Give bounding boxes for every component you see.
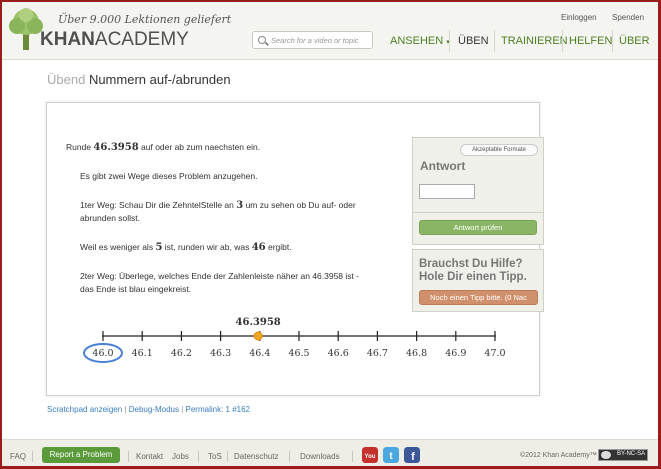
hint-step-4-text-b: das Ende ist blau eingekreist. [80,284,192,294]
page-title-text: Nummern auf-/abrunden [88,72,231,87]
footer-divider [128,451,129,462]
nav-ueber[interactable]: ÜBER [619,35,650,47]
hint-title: Brauchst Du Hilfe? Hole Dir einen Tipp. [419,258,544,284]
nav-divider [494,30,495,52]
nav-helfen[interactable]: HELFEN [569,35,612,47]
acceptable-formats-button[interactable]: Akzeptable Formate [460,144,538,156]
number-line-tick-label: 46.8 [406,348,427,359]
footer-divider [198,451,199,462]
footer: FAQ Report a Problem Kontakt Jobs ToS Da… [2,439,658,466]
number-line-tick-label: 46.9 [445,348,466,359]
number-line-tick-label: 46.2 [171,348,192,359]
nav-divider [562,30,563,52]
footer-divider [227,451,228,462]
scratchpad-link[interactable]: Scratchpad anzeigen [47,405,122,414]
nav-trainieren[interactable]: TRAINIEREN [501,35,568,47]
number-line-tick-label: 47.0 [484,348,505,359]
number-line-tick-label: 46.1 [132,348,153,359]
footer-divider [289,451,290,462]
svg-text:You: You [365,454,376,460]
page-title: Übend Nummern auf-/abrunden [47,72,231,87]
svg-text:f: f [411,451,415,463]
nav-ueben[interactable]: ÜBEN [458,35,489,47]
footer-downloads-link[interactable]: Downloads [300,452,340,461]
hint-step-2-text-c: abrunden sollst. [80,213,141,223]
app-frame: Über 9.000 Lektionen geliefert KHANACADE… [0,0,661,469]
license-label: BY-NC-SA [617,451,646,457]
footer-faq-link[interactable]: FAQ [10,452,26,461]
search-input[interactable]: Search for a video or topic [252,31,373,49]
number-line-point [253,331,263,341]
footer-tos-link[interactable]: ToS [208,452,222,461]
nav-divider [449,30,450,52]
answer-divider [412,212,544,213]
number-line-tick-label: 46.5 [288,348,309,359]
debug-mode-link[interactable]: Debug-Modus [129,405,179,414]
number-line: 46.0 46.1 46.2 46.3 46.4 46.5 46.6 46.7 46.8 46.9… [83,317,506,363]
brand-academy: ACADEMY [94,29,189,50]
nav-divider [612,30,613,52]
next-hint-button[interactable]: Noch einen Tipp bitte. (0 Nac [419,290,538,305]
hint-step-3-text-c: ergibt. [265,242,292,252]
footer-jobs-link[interactable]: Jobs [172,452,189,461]
license-badge[interactable]: BY-NC-SA [598,449,648,461]
header: Über 9.000 Lektionen geliefert KHANACADE… [2,2,658,60]
answer-label: Antwort [420,159,466,173]
number-line-tick-label: 46.7 [367,348,388,359]
nav-ansehen-label: ANSEHEN [390,35,444,47]
number-line-tick-label: 46.4 [249,348,270,359]
problem-question: Runde 46.3958 auf oder ab zum naechsten … [66,141,260,154]
footer-contact-link[interactable]: Kontakt [136,452,163,461]
donate-link[interactable]: Spenden [612,13,644,22]
link-divider: | [181,405,184,414]
brand-logo[interactable]: KHANACADEMY [40,29,189,51]
tagline: Über 9.000 Lektionen geliefert [58,13,232,26]
permalink-link[interactable]: Permalink: 1 #162 [186,405,250,414]
hint-step-1: Es gibt zwei Wege dieses Problem anzugeh… [80,171,258,181]
hint-step-4-text: 2ter Weg: Überlege, welches Ende der Zah… [80,271,360,281]
footer-divider [32,451,33,462]
hint-step-3-text-b: ist, runden wir ab, was [162,242,252,252]
youtube-icon[interactable]: You [362,447,378,463]
brand-khan: KHAN [40,29,95,50]
number-line-tick-label: 46.6 [328,348,349,359]
hint-step-2-text-b: um zu sehen ob Du auf- oder [243,200,356,210]
search-icon [258,36,266,44]
report-problem-button[interactable]: Report a Problem [42,447,120,463]
hint-step-3-number-b: 46 [251,242,266,253]
hint-step-2: 1ter Weg: Schau Dir die ZehntelStelle an… [80,199,356,225]
search-placeholder: Search for a video or topic [271,36,359,45]
footer-privacy-link[interactable]: Datenschutz [234,452,278,461]
copyright: ©2012 Khan Academy™ [520,452,597,459]
number-line-tick-label: 46.3 [210,348,231,359]
question-post: auf oder ab zum naechsten ein. [138,142,261,152]
hint-step-4: 2ter Weg: Überlege, welches Ende der Zah… [80,270,359,296]
answer-input[interactable] [419,184,475,199]
question-pre: Runde [66,142,94,152]
hint-title-line-1: Brauchst Du Hilfe? [419,258,523,270]
number-line-tick-label: 46.0 [92,348,113,359]
hint-title-line-2: Hole Dir einen Tipp. [419,271,527,283]
creative-commons-icon [601,451,611,459]
facebook-icon[interactable]: f [404,447,420,463]
link-divider: | [124,405,127,414]
page-title-prefix: Übend [47,72,86,87]
hint-step-2-text: 1ter Weg: Schau Dir die ZehntelStelle an [80,200,237,210]
hint-step-3-text: Weil es weniger als [80,242,156,252]
footer-divider [352,451,353,462]
question-number: 46.3958 [93,142,139,153]
login-link[interactable]: Einloggen [561,13,597,22]
check-answer-button[interactable]: Antwort prüfen [419,220,537,235]
below-panel-links: Scratchpad anzeigen | Debug-Modus | Perm… [47,405,250,414]
hint-step-3: Weil es weniger als 5 ist, runden wir ab… [80,241,292,254]
number-line-point-label: 46.3958 [236,317,281,328]
nav-ansehen[interactable]: ANSEHEN ▾ [390,35,450,47]
twitter-icon[interactable]: t [383,447,399,463]
